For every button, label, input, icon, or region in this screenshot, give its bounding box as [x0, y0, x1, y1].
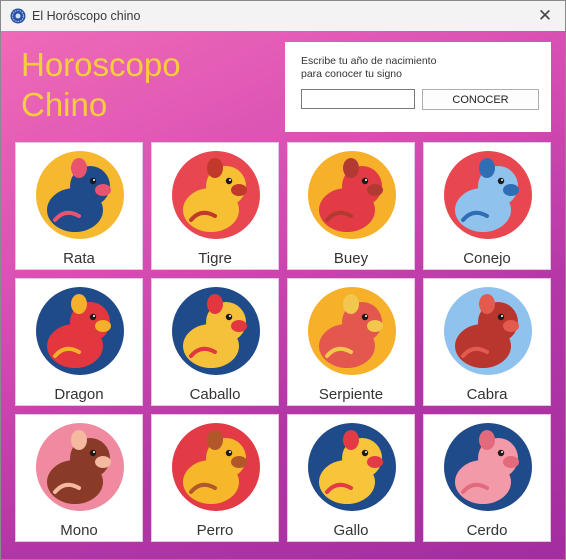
sign-card-rooster[interactable]: Gallo: [287, 414, 415, 542]
sign-card-rat[interactable]: Rata: [15, 142, 143, 270]
window-title: El Horóscopo chino: [32, 9, 141, 23]
prompt-line-1: Escribe tu año de nacimiento: [301, 55, 437, 67]
title-bar[interactable]: El Horóscopo chino ✕: [1, 1, 565, 31]
sign-card-tiger[interactable]: Tigre: [151, 142, 279, 270]
sign-card-goat[interactable]: Cabra: [423, 278, 551, 406]
sign-card-dragon[interactable]: Dragon: [15, 278, 143, 406]
sign-card-label: Conejo: [463, 250, 511, 267]
close-icon: ✕: [537, 6, 553, 25]
pig-icon: [444, 423, 532, 511]
sign-card-ox[interactable]: Buey: [287, 142, 415, 270]
sign-card-label: Mono: [60, 522, 98, 539]
page-title-line-1: Horoscopo: [21, 46, 181, 83]
sign-card-horse[interactable]: Caballo: [151, 278, 279, 406]
dragon-icon: [36, 287, 124, 375]
conocer-button[interactable]: CONOCER: [422, 89, 539, 110]
page-title: Horoscopo Chino: [21, 45, 181, 125]
sign-card-rabbit[interactable]: Conejo: [423, 142, 551, 270]
sign-card-monkey[interactable]: Mono: [15, 414, 143, 542]
sign-card-label: Cabra: [466, 386, 508, 403]
horse-icon: [172, 287, 260, 375]
sign-card-label: Perro: [196, 522, 234, 539]
app-window: El Horóscopo chino ✕ Horoscopo Chino Esc…: [0, 0, 566, 560]
birth-year-input[interactable]: [301, 89, 415, 109]
birth-year-prompt: Escribe tu año de nacimiento para conoce…: [301, 55, 481, 81]
sign-card-label: Buey: [333, 250, 369, 267]
sign-card-label: Dragon: [54, 386, 104, 403]
sign-card-label: Caballo: [189, 386, 241, 403]
sign-card-label: Gallo: [333, 522, 369, 539]
snake-icon: [308, 287, 396, 375]
tiger-icon: [172, 151, 260, 239]
sign-card-label: Cerdo: [466, 522, 508, 539]
sign-card-dog[interactable]: Perro: [151, 414, 279, 542]
ox-icon: [308, 151, 396, 239]
page-title-line-2: Chino: [21, 86, 108, 123]
rabbit-icon: [444, 151, 532, 239]
dog-icon: [172, 423, 260, 511]
sign-card-pig[interactable]: Cerdo: [423, 414, 551, 542]
prompt-line-2: para conocer tu signo: [301, 68, 402, 80]
rooster-icon: [308, 423, 396, 511]
main-area: Horoscopo Chino Escribe tu año de nacimi…: [1, 31, 565, 559]
rat-icon: [36, 151, 124, 239]
goat-icon: [444, 287, 532, 375]
sign-card-snake[interactable]: Serpiente: [287, 278, 415, 406]
sign-card-label: Serpiente: [318, 386, 384, 403]
app-icon: [10, 8, 26, 24]
sign-card-label: Tigre: [198, 250, 232, 267]
birth-year-panel: Escribe tu año de nacimiento para conoce…: [285, 42, 551, 132]
close-button[interactable]: ✕: [525, 1, 565, 31]
monkey-icon: [36, 423, 124, 511]
sign-card-label: Rata: [63, 250, 95, 267]
